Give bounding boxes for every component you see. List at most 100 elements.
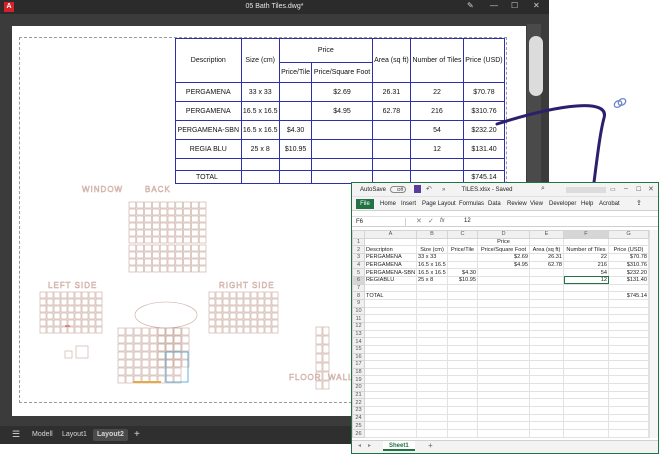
cell-c6[interactable]: $10.95 (447, 275, 478, 285)
cell-b13[interactable] (416, 329, 448, 339)
cell-a24[interactable] (364, 413, 417, 423)
cell-f13[interactable] (563, 329, 609, 339)
cell-d12[interactable] (477, 321, 530, 331)
cell-b20[interactable] (416, 383, 448, 392)
cell-d8[interactable] (477, 291, 530, 300)
share-icon[interactable]: ⇪ (636, 199, 642, 208)
cell-d2[interactable]: Price/Square Foot (477, 245, 530, 254)
cell-f4[interactable]: 216 (563, 260, 609, 270)
cell-f24[interactable] (563, 413, 609, 423)
row-header[interactable]: 7 (352, 283, 365, 293)
cell-e14[interactable] (529, 337, 564, 346)
cell-f9[interactable] (563, 298, 609, 308)
tab-developer[interactable]: Developer (549, 200, 576, 209)
cell-b7[interactable] (416, 283, 448, 293)
cell-g9[interactable] (608, 298, 649, 308)
cell-b5[interactable]: 16.5 x 16.5 (416, 268, 448, 277)
cell-a14[interactable] (364, 337, 417, 346)
row-header[interactable]: 1 (352, 237, 365, 247)
cell-b22[interactable] (416, 398, 448, 408)
column-header-d[interactable]: D (477, 230, 530, 239)
cell-g14[interactable] (608, 337, 649, 346)
tab-formulas[interactable]: Formulas (459, 200, 484, 209)
tab-home[interactable]: Home (380, 200, 396, 209)
cell-c9[interactable] (447, 298, 478, 308)
row-header[interactable]: 13 (352, 329, 365, 339)
cell-e15[interactable] (529, 344, 564, 354)
cell-g15[interactable] (608, 344, 649, 354)
cell-c11[interactable] (447, 314, 478, 323)
cell-g22[interactable] (608, 398, 649, 408)
cell-b17[interactable] (416, 360, 448, 369)
cell-a1[interactable] (364, 237, 417, 247)
cell-f14[interactable] (563, 337, 609, 346)
cell-f19[interactable] (563, 375, 609, 385)
cell-c3[interactable] (447, 252, 478, 262)
cell-a20[interactable] (364, 383, 417, 392)
cell-a18[interactable] (364, 367, 417, 377)
cell-e6[interactable] (529, 275, 564, 285)
cell-e23[interactable] (529, 406, 564, 415)
autosave-toggle[interactable]: Off (390, 186, 406, 193)
cell-g3[interactable]: $70.78 (608, 252, 649, 262)
cell-b23[interactable] (416, 406, 448, 415)
cell-d10[interactable] (477, 306, 530, 316)
cell-a9[interactable] (364, 298, 417, 308)
tab-file[interactable]: File (356, 199, 374, 209)
cell-b2[interactable]: Size (cm) (416, 245, 448, 254)
cell-f5[interactable]: 54 (563, 268, 609, 277)
cell-f8[interactable] (563, 291, 609, 300)
cancel-icon[interactable]: ✕ (416, 217, 422, 225)
cell-a21[interactable] (364, 390, 417, 400)
cell-f16[interactable] (563, 352, 609, 362)
cell-g21[interactable] (608, 390, 649, 400)
cell-a10[interactable] (364, 306, 417, 316)
row-header[interactable]: 3 (352, 252, 365, 262)
column-header-f[interactable]: F (563, 230, 609, 239)
cell-a2[interactable]: Descripton (364, 245, 417, 254)
search-icon[interactable]: ⌕ (541, 185, 545, 193)
row-header[interactable]: 15 (352, 344, 365, 354)
cell-d23[interactable] (477, 406, 530, 415)
cell-e26[interactable] (529, 429, 564, 438)
cell-c8[interactable] (447, 291, 478, 300)
cell-f21[interactable] (563, 390, 609, 400)
cell-g7[interactable] (608, 283, 649, 293)
cell-f2[interactable]: Number of Tiles (563, 245, 609, 254)
cell-a19[interactable] (364, 375, 417, 385)
cell-c4[interactable] (447, 260, 478, 270)
cell-d26[interactable] (477, 429, 530, 438)
cell-d19[interactable] (477, 375, 530, 385)
cell-f25[interactable] (563, 421, 609, 431)
cell-f26[interactable] (563, 429, 609, 438)
cell-e3[interactable]: 26.31 (529, 252, 564, 262)
row-header[interactable]: 6 (352, 275, 365, 285)
cell-e16[interactable] (529, 352, 564, 362)
cell-e17[interactable] (529, 360, 564, 369)
cell-g4[interactable]: $310.76 (608, 260, 649, 270)
cell-g16[interactable] (608, 352, 649, 362)
cell-g18[interactable] (608, 367, 649, 377)
tab-help[interactable]: Help (581, 200, 593, 209)
cell-f20[interactable] (563, 383, 609, 392)
tab-view[interactable]: View (530, 200, 543, 209)
cell-c24[interactable] (447, 413, 478, 423)
cell-b14[interactable] (416, 337, 448, 346)
sheet-nav-next-icon[interactable]: ▸ (368, 442, 371, 449)
cell-b9[interactable] (416, 298, 448, 308)
cell-c18[interactable] (447, 367, 478, 377)
cell-b6[interactable]: 25 x 8 (416, 275, 448, 285)
cell-b18[interactable] (416, 367, 448, 377)
cell-a16[interactable] (364, 352, 417, 362)
cell-c1[interactable] (447, 237, 478, 247)
cell-a6[interactable]: REGIABLU (364, 275, 417, 285)
cell-d20[interactable] (477, 383, 530, 392)
cell-e25[interactable] (529, 421, 564, 431)
cell-c5[interactable]: $4.30 (447, 268, 478, 277)
cell-b1[interactable] (416, 237, 448, 247)
cell-e19[interactable] (529, 375, 564, 385)
cell-a13[interactable] (364, 329, 417, 339)
cell-d13[interactable] (477, 329, 530, 339)
sheet-tab-sheet1[interactable]: Sheet1 (383, 441, 415, 451)
tab-data[interactable]: Data (488, 200, 501, 209)
